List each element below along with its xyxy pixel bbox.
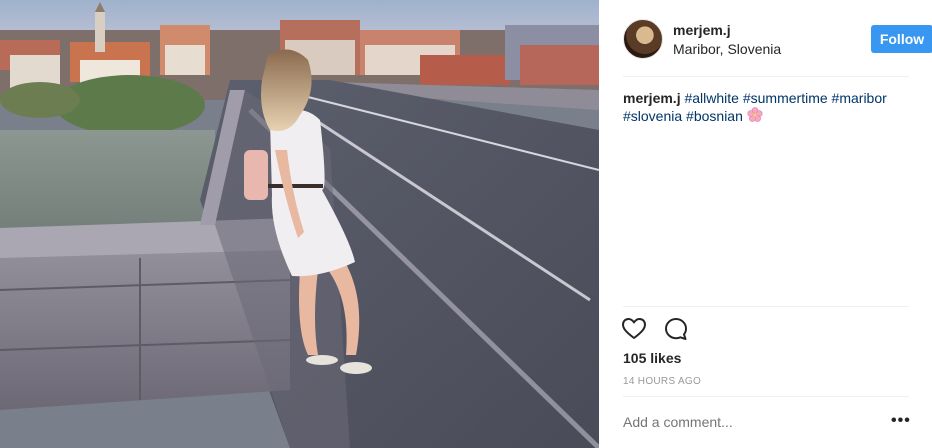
- hashtag-maribor[interactable]: #maribor: [832, 90, 887, 106]
- author-info: merjem.j Maribor, Slovenia: [673, 21, 781, 58]
- hashtag-bosnian[interactable]: #bosnian: [686, 108, 743, 124]
- header-divider: [623, 76, 909, 77]
- location-link[interactable]: Maribor, Slovenia: [673, 40, 781, 58]
- cherry-blossom-icon: [747, 107, 763, 127]
- post-side-panel: merjem.j Maribor, Slovenia Follow merjem…: [599, 0, 932, 448]
- speech-bubble-icon[interactable]: [663, 316, 689, 342]
- post-actions: [621, 316, 689, 342]
- post-header: merjem.j Maribor, Slovenia Follow: [623, 18, 932, 60]
- hashtag-summertime[interactable]: #summertime: [743, 90, 828, 106]
- caption: merjem.j #allwhite #summertime #maribor …: [623, 89, 909, 127]
- heart-outline-icon[interactable]: [621, 316, 647, 342]
- ellipsis-icon[interactable]: •••: [891, 413, 911, 429]
- avatar[interactable]: [623, 19, 663, 59]
- post-photo[interactable]: [0, 0, 599, 448]
- caption-username[interactable]: merjem.j: [623, 90, 681, 106]
- username-link[interactable]: merjem.j: [673, 21, 781, 39]
- comment-divider: [623, 396, 909, 397]
- photo-scene: [0, 0, 599, 448]
- post-timestamp[interactable]: 14 HOURS AGO: [623, 376, 701, 387]
- comment-input[interactable]: [623, 414, 863, 430]
- hashtag-slovenia[interactable]: #slovenia: [623, 108, 682, 124]
- actions-divider: [623, 306, 909, 307]
- likes-count[interactable]: 105 likes: [623, 350, 681, 366]
- hashtag-allwhite[interactable]: #allwhite: [684, 90, 738, 106]
- follow-button[interactable]: Follow: [871, 25, 932, 53]
- instagram-post: merjem.j Maribor, Slovenia Follow merjem…: [0, 0, 932, 448]
